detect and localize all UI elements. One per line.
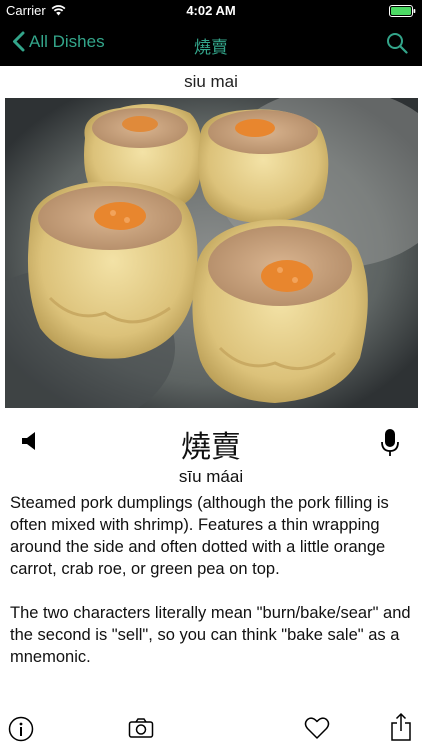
status-bar: Carrier 4:02 AM bbox=[0, 0, 422, 22]
search-icon bbox=[387, 33, 408, 54]
status-time: 4:02 AM bbox=[186, 3, 236, 18]
nav-title: 燒賣 bbox=[194, 38, 228, 58]
info-icon bbox=[8, 716, 34, 742]
dish-hanzi: 燒賣 bbox=[181, 430, 241, 465]
favorite-button[interactable] bbox=[304, 716, 330, 745]
dish-description: Steamed pork dumplings (although the por… bbox=[10, 492, 412, 690]
dish-romanized-name: siu mai bbox=[184, 72, 238, 91]
share-icon bbox=[391, 712, 411, 741]
microphone-button[interactable] bbox=[380, 428, 400, 463]
dish-jyutping: sīu máai bbox=[178, 467, 244, 486]
bottom-toolbar bbox=[0, 708, 422, 750]
battery-icon bbox=[389, 5, 416, 20]
info-button[interactable] bbox=[8, 716, 34, 747]
dish-photo bbox=[5, 98, 418, 408]
camera-button[interactable] bbox=[128, 716, 154, 745]
search-button[interactable] bbox=[386, 32, 408, 59]
microphone-icon bbox=[381, 429, 399, 456]
description-paragraph: Steamed pork dumplings (although the por… bbox=[10, 494, 389, 578]
share-button[interactable] bbox=[390, 712, 412, 747]
description-paragraph: The two characters literally mean "burn/… bbox=[10, 604, 411, 666]
navigation-bar: All Dishes 燒賣 bbox=[0, 22, 422, 66]
camera-icon bbox=[128, 718, 154, 738]
heart-icon bbox=[304, 717, 330, 739]
